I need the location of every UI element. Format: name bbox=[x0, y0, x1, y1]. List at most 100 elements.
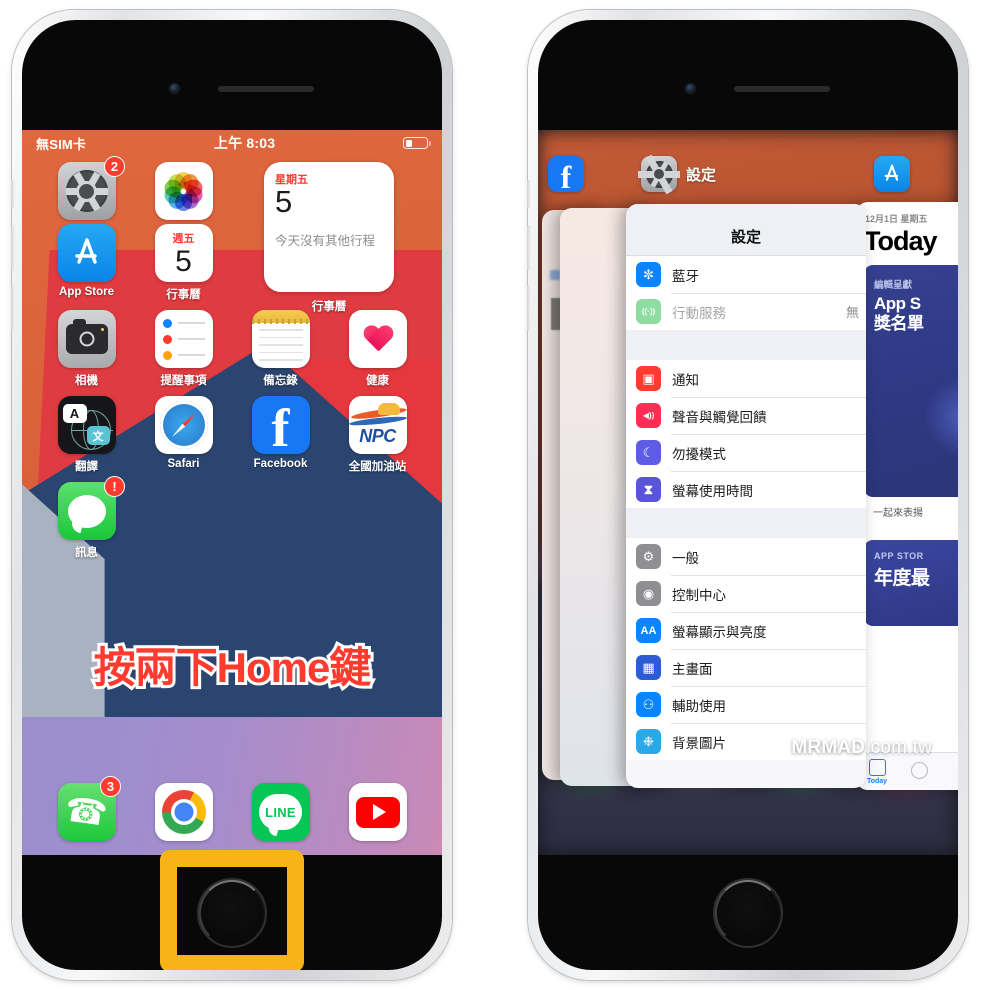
appstore-title: Today bbox=[864, 226, 938, 256]
app-grid: 2 設定 照片 星期五 5 bbox=[22, 156, 442, 566]
badge-count: 3 bbox=[100, 776, 121, 797]
translate-icon: A 文 bbox=[57, 396, 116, 454]
reminders-icon bbox=[154, 310, 213, 368]
line-glyph: LINE bbox=[265, 804, 296, 820]
earpiece-speaker bbox=[218, 86, 314, 92]
app-label: 翻譯 bbox=[75, 461, 98, 473]
display-brightness-icon: AA bbox=[636, 618, 661, 643]
settings-row[interactable]: ⧗ 螢幕使用時間 bbox=[626, 471, 866, 508]
settings-row-label: 通知 bbox=[672, 372, 699, 388]
mute-switch[interactable] bbox=[527, 180, 531, 208]
hero2-headline: 年度最 bbox=[874, 568, 930, 589]
photos-flower-icon bbox=[154, 162, 213, 220]
home-button[interactable] bbox=[197, 878, 267, 948]
carrier-label: 無SIM卡 bbox=[36, 136, 87, 152]
mute-switch[interactable] bbox=[11, 180, 15, 208]
settings-row[interactable]: ◉ 控制中心 bbox=[626, 575, 866, 612]
app-icon-camera[interactable]: 相機 bbox=[38, 310, 135, 388]
switcher-title-appstore[interactable] bbox=[874, 156, 910, 192]
front-camera-icon bbox=[170, 84, 179, 93]
home-button[interactable] bbox=[713, 878, 783, 948]
volume-down-button[interactable] bbox=[527, 285, 531, 331]
app-icon-calendar[interactable]: 週五 5 行事曆 bbox=[135, 224, 232, 302]
settings-row-value: 無 bbox=[845, 305, 859, 320]
right-phone-body: f 設定 設定 ✼ 藍牙 ((·)) 行動服務 無 ▣ 通知 ◀)) 聲音與觸覺… bbox=[538, 20, 958, 970]
settings-row[interactable]: ▣ 通知 bbox=[626, 360, 866, 397]
watermark-text: MRMAD.com.tw bbox=[791, 737, 932, 759]
settings-row-label: 勿擾模式 bbox=[672, 446, 726, 462]
hero2-kicker: APP STOR bbox=[874, 551, 924, 561]
volume-up-button[interactable] bbox=[527, 225, 531, 271]
dock-item-line[interactable]: LINE bbox=[232, 783, 329, 841]
settings-group-gap bbox=[626, 508, 866, 538]
left-phone-body: 無SIM卡 上午 8:03 2 星期五 5 今天沒有其他行程 行事曆 App S… bbox=[22, 20, 442, 970]
appstore-hero-card[interactable]: 編輯呈獻 App S 獎名單 bbox=[864, 265, 958, 497]
app-row: ! 訊息 bbox=[38, 476, 426, 560]
dock-item-youtube[interactable] bbox=[329, 783, 426, 841]
facebook-f-glyph: f bbox=[271, 398, 290, 454]
switcher-card-appstore[interactable]: 12月1日 星期五 Today 編輯呈獻 App S 獎名單 一起來表揚 APP… bbox=[856, 202, 958, 790]
switcher-title-facebook[interactable]: f bbox=[548, 156, 584, 193]
chrome-icon bbox=[154, 783, 213, 841]
settings-row[interactable]: ◀)) 聲音與觸覺回饋 bbox=[626, 397, 866, 434]
app-icon-npc[interactable]: NPC 全國加油站 bbox=[329, 396, 426, 474]
settings-row[interactable]: AA 螢幕顯示與亮度 bbox=[626, 612, 866, 649]
npc-gas-station-icon: NPC bbox=[348, 396, 407, 454]
settings-row-label: 藍牙 bbox=[672, 268, 699, 284]
settings-row[interactable]: ((·)) 行動服務 無 bbox=[626, 293, 866, 330]
app-label: App Store bbox=[59, 286, 114, 298]
app-icon-translate[interactable]: A 文 翻譯 bbox=[38, 396, 135, 474]
settings-row-label: 一般 bbox=[672, 550, 699, 566]
settings-row[interactable]: ✼ 藍牙 bbox=[626, 256, 866, 293]
line-icon: LINE bbox=[251, 783, 310, 841]
app-icon-messages[interactable]: ! 訊息 bbox=[38, 476, 135, 560]
instruction-caption: 按兩下Home鍵 bbox=[91, 641, 375, 694]
dock-item-chrome[interactable] bbox=[135, 783, 232, 841]
settings-group: ▣ 通知 ◀)) 聲音與觸覺回饋 ☾ 勿擾模式 ⧗ 螢幕使用時間 bbox=[626, 360, 866, 508]
switcher-title-settings[interactable]: 設定 bbox=[641, 156, 716, 192]
widget-day-number: 5 bbox=[275, 184, 293, 219]
camera-icon bbox=[57, 310, 116, 368]
do-not-disturb-icon: ☾ bbox=[636, 440, 661, 465]
settings-gear-icon bbox=[641, 156, 677, 192]
settings-row[interactable]: ☾ 勿擾模式 bbox=[626, 434, 866, 471]
calendar-icon-dow: 週五 bbox=[172, 232, 195, 245]
app-store-icon bbox=[874, 156, 910, 192]
app-icon-appstore[interactable]: App Store bbox=[38, 224, 135, 302]
settings-nav-title: 設定 bbox=[730, 229, 761, 246]
today-tab-icon bbox=[868, 758, 886, 776]
app-store-icon bbox=[57, 224, 116, 282]
hero-kicker: 編輯呈獻 bbox=[874, 280, 913, 291]
tab-games[interactable] bbox=[898, 762, 940, 781]
app-label: 提醒事項 bbox=[160, 375, 207, 387]
settings-group-gap bbox=[626, 330, 866, 360]
dock-item-phone[interactable]: ☎ 3 bbox=[38, 776, 135, 841]
switcher-card-settings[interactable]: 設定 ✼ 藍牙 ((·)) 行動服務 無 ▣ 通知 ◀)) 聲音與觸覺回饋 ☾ 勿擾模式 ⧗ 螢幕使用時… bbox=[626, 204, 866, 788]
app-icon-notes[interactable]: 備忘錄 bbox=[232, 310, 329, 388]
settings-group: ✼ 藍牙 ((·)) 行動服務 無 bbox=[626, 256, 866, 330]
settings-row[interactable]: ▦ 主畫面 bbox=[626, 649, 866, 686]
app-icon-health[interactable]: 健康 bbox=[329, 310, 426, 388]
appstore-hero-card-2[interactable]: APP STOR 年度最 bbox=[864, 540, 958, 626]
app-icon-reminders[interactable]: 提醒事項 bbox=[135, 310, 232, 388]
settings-nav-bar: 設定 bbox=[626, 204, 866, 256]
cellular-icon: ((·)) bbox=[636, 299, 661, 324]
appstore-date: 12月1日 星期五 bbox=[865, 214, 928, 224]
app-label: 全國加油站 bbox=[348, 461, 407, 473]
left-phone-screen: 無SIM卡 上午 8:03 2 星期五 5 今天沒有其他行程 行事曆 App S… bbox=[22, 130, 442, 855]
front-camera-icon bbox=[686, 84, 695, 93]
volume-up-button[interactable] bbox=[11, 225, 15, 271]
right-phone-screen: f 設定 設定 ✼ 藍牙 ((·)) 行動服務 無 ▣ 通知 ◀)) 聲音與觸覺… bbox=[538, 130, 958, 855]
settings-row[interactable]: ⚇ 輔助使用 bbox=[626, 686, 866, 723]
mrmad-bowtie-logo bbox=[757, 740, 784, 756]
app-label: 行事曆 bbox=[166, 289, 201, 301]
wallpaper-icon: ❉ bbox=[636, 729, 661, 754]
volume-down-button[interactable] bbox=[11, 285, 15, 331]
settings-row[interactable]: ⚙ 一般 bbox=[626, 538, 866, 575]
app-icon-facebook[interactable]: f Facebook bbox=[232, 396, 329, 474]
settings-row-label: 行動服務 bbox=[672, 305, 726, 321]
watermark-brand: MRMAD bbox=[791, 737, 866, 758]
battery-icon bbox=[403, 137, 431, 149]
app-icon-safari[interactable]: Safari bbox=[135, 396, 232, 474]
hero-headline-1: App S bbox=[874, 294, 921, 313]
